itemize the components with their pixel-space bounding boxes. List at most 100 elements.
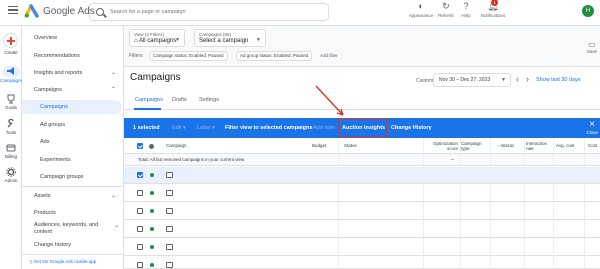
rail-label-campaigns[interactable]: Campaigns	[0, 78, 23, 83]
edit-menu[interactable]: Edit ▾	[172, 125, 186, 131]
campaign-selector-value: Select a campaign	[199, 38, 249, 44]
appearance-icon: ◐	[418, 1, 424, 11]
campaigns-icon[interactable]	[6, 66, 16, 76]
avatar[interactable]: H	[582, 5, 594, 17]
row-checkbox[interactable]	[137, 172, 143, 178]
table-row[interactable]	[124, 203, 600, 220]
nav-overview[interactable]: Overview	[22, 31, 124, 45]
chevron-down-icon: ⌄	[110, 193, 116, 199]
dropdown-arrow-icon: ▾	[183, 125, 186, 131]
label-menu[interactable]: Label ▾	[197, 125, 215, 131]
table-row[interactable]	[124, 167, 600, 184]
nav-products[interactable]: Products	[22, 206, 124, 220]
tab-campaigns[interactable]: Campaigns	[135, 97, 163, 103]
wrench-icon[interactable]	[6, 119, 16, 129]
help-button[interactable]: ? Help	[459, 0, 473, 18]
card-icon[interactable]	[6, 143, 16, 153]
mobile-app-link-label: Get the Google Ads mobile app	[33, 259, 97, 264]
search-input[interactable]	[110, 5, 320, 19]
table-row[interactable]	[124, 185, 600, 202]
search-box[interactable]	[89, 3, 329, 21]
nav-ads[interactable]: Ads	[22, 135, 124, 149]
nav-insights[interactable]: Insights and reports ⌄	[22, 66, 124, 80]
add-note-button[interactable]: Add note	[313, 125, 335, 131]
nav-assets[interactable]: Assets ⌄	[22, 189, 124, 203]
nav-audiences[interactable]: Audiences, keywords, and content	[34, 222, 114, 236]
trophy-icon[interactable]	[6, 94, 16, 104]
column-divider	[584, 138, 585, 269]
column-divider	[524, 138, 525, 269]
enabled-status-dot	[150, 263, 154, 267]
col-optimization-score[interactable]: Optimization score	[428, 141, 458, 151]
prev-period-icon[interactable]: ‹	[516, 74, 519, 84]
table-row[interactable]	[124, 221, 600, 238]
enabled-status-dot	[150, 227, 154, 231]
date-range-picker[interactable]: Nov 30 – Dec 27, 2023 ▼	[433, 73, 511, 87]
campaign-icon	[166, 262, 173, 268]
filter-view-button[interactable]: Filter view to selected campaigns	[225, 125, 312, 131]
column-divider	[553, 138, 554, 269]
table-row[interactable]	[124, 239, 600, 256]
view-dropdown[interactable]: View (2 Filters) ⌂ All campaigns ▼	[129, 29, 185, 47]
next-period-icon[interactable]: ›	[526, 74, 529, 84]
save-button[interactable]: ▭ Save	[587, 40, 597, 54]
nav-ad-groups[interactable]: Ad groups	[22, 118, 124, 132]
nav-change-history[interactable]: Change history	[22, 238, 124, 252]
filter-chip-ad-group-status[interactable]: Ad group status: Enabled, Paused	[236, 51, 313, 61]
nav-campaign-groups[interactable]: Campaign groups	[22, 170, 124, 184]
nav-assets-label: Assets	[34, 193, 51, 199]
create-button[interactable]	[3, 33, 18, 48]
col-campaign-type[interactable]: Campaign type	[461, 141, 483, 151]
label-menu-label: Label	[197, 125, 211, 131]
add-filter-button[interactable]: Add filter	[320, 53, 338, 58]
tab-drafts[interactable]: Drafts	[172, 97, 187, 103]
help-icon: ?	[463, 1, 469, 11]
col-budget[interactable]: Budget	[312, 143, 326, 148]
gear-icon[interactable]	[6, 167, 16, 177]
rail-label-tools[interactable]: Tools	[0, 130, 22, 135]
nav-experiments[interactable]: Experiments	[22, 153, 124, 167]
total-row: Total: All but removed campaigns in your…	[124, 154, 600, 166]
search-icon	[96, 8, 104, 16]
annotation-arrow	[315, 85, 344, 116]
col-status[interactable]: Status	[344, 143, 357, 148]
rail-label-goals[interactable]: Goals	[0, 105, 22, 110]
nav-divider	[22, 254, 124, 255]
chevron-down-icon: ⌄	[110, 70, 116, 76]
campaign-selector[interactable]: Campaigns (65) Select a campaign ▼	[194, 29, 266, 47]
row-checkbox[interactable]	[137, 244, 143, 250]
filter-chip-campaign-status[interactable]: Campaign status: Enabled, Paused	[149, 51, 228, 61]
close-label[interactable]: Close	[586, 130, 598, 135]
select-all-checkbox[interactable]	[137, 143, 143, 149]
enabled-status-dot	[150, 209, 154, 213]
row-checkbox[interactable]	[137, 208, 143, 214]
show-last-30-days-link[interactable]: Show last 30 days	[536, 77, 581, 83]
status-dot-header	[149, 144, 154, 149]
save-label: Save	[586, 49, 597, 54]
col-interaction-rate[interactable]: Interaction rate	[526, 141, 552, 151]
campaign-icon	[166, 226, 173, 232]
close-icon[interactable]: ×	[589, 119, 595, 130]
nav-recommendations[interactable]: Recommendations	[22, 49, 124, 63]
col-cost[interactable]: Cost	[588, 143, 597, 148]
col-avg-cost[interactable]: Avg. cost	[556, 143, 574, 148]
appearance-button[interactable]: ◐ Appearance	[408, 0, 434, 18]
top-bar: Google Ads ◐ Appearance ↻ Refresh ? Help…	[0, 0, 600, 26]
table-row[interactable]	[124, 257, 600, 269]
nav-campaigns-group[interactable]: Campaigns ⌃	[22, 83, 124, 97]
row-checkbox[interactable]	[137, 262, 143, 268]
rail-label-billing[interactable]: Billing	[0, 154, 22, 159]
mobile-app-link[interactable]: ▯ Get the Google Ads mobile app	[30, 259, 96, 265]
row-checkbox[interactable]	[137, 190, 143, 196]
col-interactions[interactable]: ↓ Interac	[497, 143, 514, 148]
rail-label-admin[interactable]: Admin	[0, 178, 22, 183]
nav-campaigns[interactable]: Campaigns	[22, 100, 122, 114]
row-checkbox[interactable]	[137, 226, 143, 232]
col-campaign[interactable]: Campaign	[166, 143, 187, 148]
refresh-button[interactable]: ↻ Refresh	[437, 0, 455, 18]
menu-icon[interactable]	[8, 6, 18, 14]
change-history-button[interactable]: Change History	[391, 125, 432, 131]
notifications-button[interactable]: 🔔︎ 1 Notifications	[478, 0, 508, 18]
tab-settings[interactable]: Settings	[199, 97, 219, 103]
nav-insights-label: Insights and reports	[34, 70, 83, 76]
